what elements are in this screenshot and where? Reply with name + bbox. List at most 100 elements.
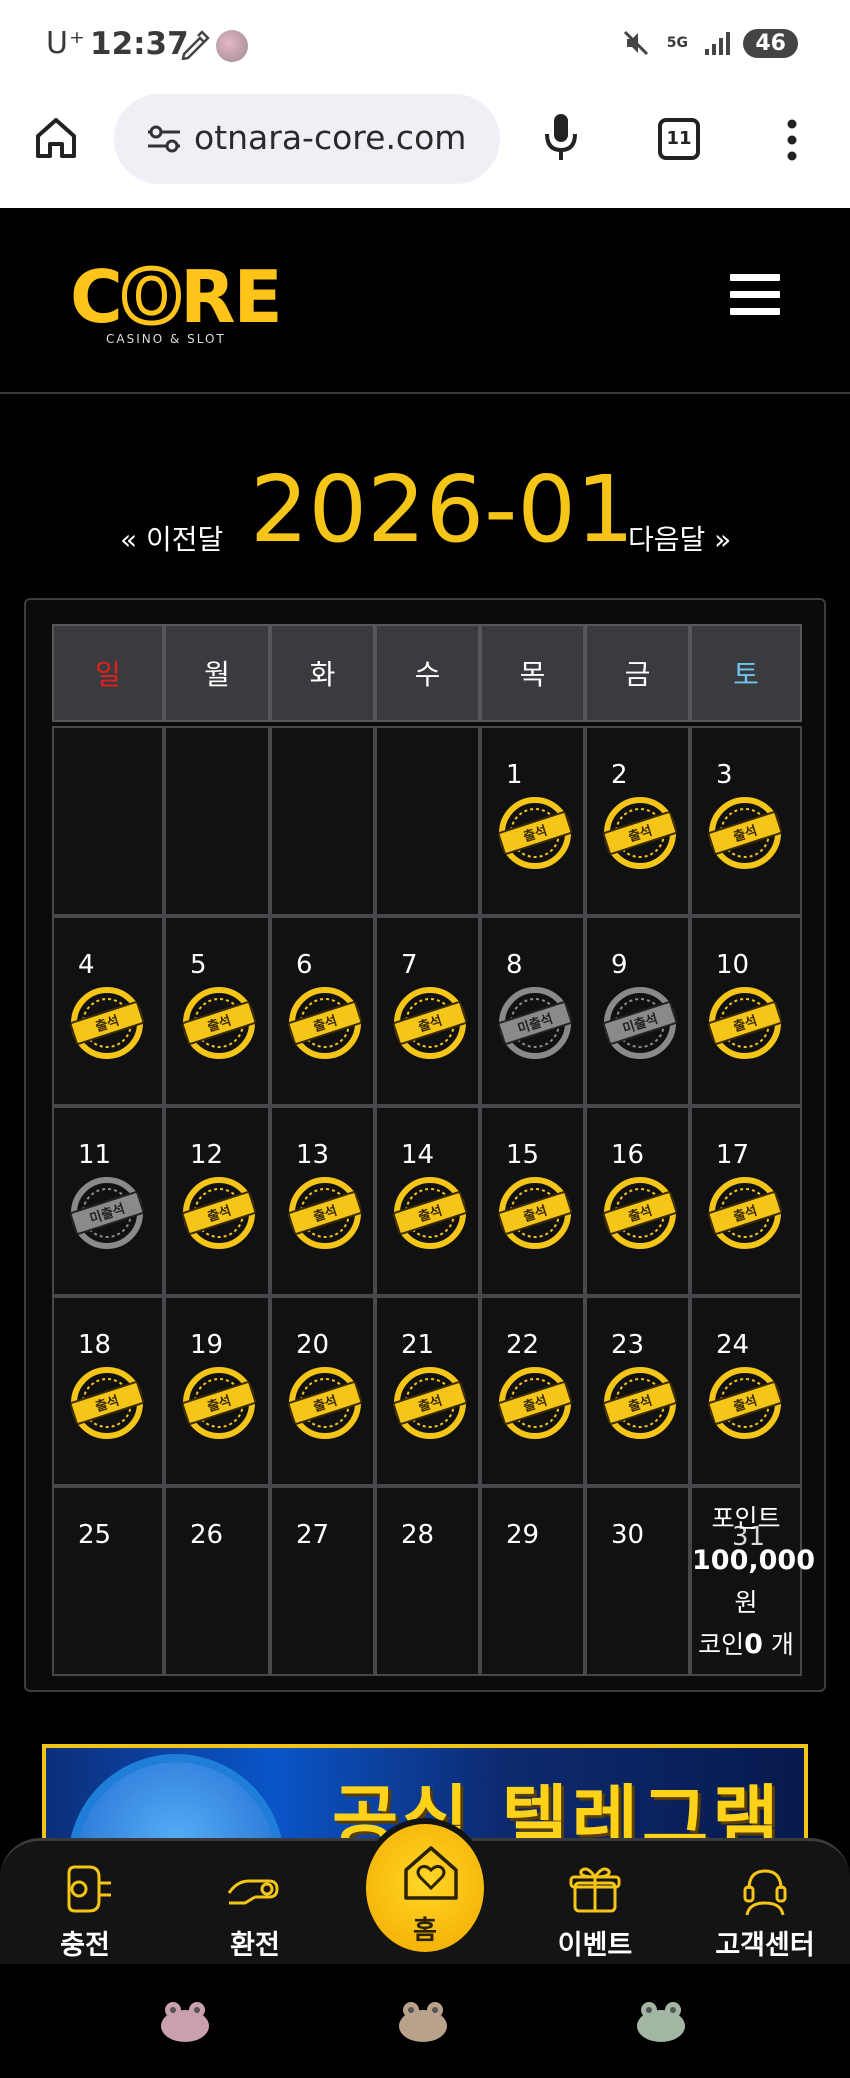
day-number: 29 (506, 1520, 540, 1550)
prev-month-link[interactable]: « 이전달 (120, 518, 223, 558)
day-number: 21 (401, 1330, 435, 1360)
headset-icon (743, 1869, 787, 1916)
screen: { "status_bar": { "carrier": "U⁺", "time… (0, 0, 850, 2078)
exchange-icon (227, 1879, 279, 1905)
site-settings-icon[interactable] (146, 124, 182, 154)
calendar-day-cell: 17 출석 (690, 1106, 802, 1296)
back-gesture-icon[interactable] (160, 2000, 210, 2042)
home-gesture-icon[interactable] (398, 2000, 448, 2042)
signal-icon (705, 32, 731, 55)
calendar-day-cell: 26 (164, 1486, 270, 1676)
more-options-icon[interactable] (782, 116, 802, 164)
calendar-day-cell: 24 출석 (690, 1296, 802, 1486)
calendar-day-cell: 3 출석 (690, 726, 802, 916)
calendar-day-cell: 28 (375, 1486, 480, 1676)
site-header: CORE CASINO & SLOT (0, 208, 850, 394)
calendar-day-cell: 11 미출석 (52, 1106, 164, 1296)
home-icon[interactable] (32, 114, 80, 162)
pen-icon (181, 30, 210, 60)
calendar-day-cell: 25 (52, 1486, 164, 1676)
calendar-day-cell: 10 출석 (690, 916, 802, 1106)
calendar-day-cell: 4 출석 (52, 916, 164, 1106)
day-number: 20 (296, 1330, 330, 1360)
home-button[interactable]: 홈 (360, 1818, 490, 1958)
day-number: 10 (716, 950, 750, 980)
attended-stamp-icon: 출석 (69, 987, 145, 1059)
day-number: 12 (190, 1140, 224, 1170)
calendar-day-cell: 22 출석 (480, 1296, 585, 1486)
day-number: 27 (296, 1520, 330, 1550)
weekday-header: 화 (270, 624, 375, 722)
address-bar[interactable]: otnara-core.com (114, 94, 500, 184)
nav-exchange[interactable]: 환전 (190, 1859, 320, 1962)
nav-event-label: 이벤트 (557, 1930, 633, 1961)
day-number: 9 (611, 950, 628, 980)
attended-stamp-icon: 출석 (287, 987, 363, 1059)
calendar-day-cell: 5 출석 (164, 916, 270, 1106)
attended-stamp-icon: 출석 (707, 987, 783, 1059)
mute-icon (624, 30, 649, 56)
day-number: 8 (506, 950, 523, 980)
calendar-empty-cell (164, 726, 270, 916)
attendance-calendar: 일 월 화 수 목 금 토 1 출석 2 출석 3 출석 4 출석 5 출석 6 출석 7 출석 8 미출석 9 미출석 10 출석… (24, 598, 826, 1692)
day-number: 14 (401, 1140, 435, 1170)
attended-stamp-icon: 출석 (602, 797, 678, 869)
attended-stamp-icon: 출석 (602, 1367, 678, 1439)
absent-stamp-icon: 미출석 (497, 987, 573, 1059)
day-number: 30 (611, 1520, 645, 1550)
avatar-icon (216, 30, 248, 62)
core-logo[interactable]: CORE CASINO & SLOT (70, 255, 286, 348)
battery-indicator: 46 (743, 28, 798, 58)
calendar-day-cell: 12 출석 (164, 1106, 270, 1296)
attended-stamp-icon: 출석 (497, 1177, 573, 1249)
calendar-day-cell: 23 출석 (585, 1296, 690, 1486)
tab-switcher-button[interactable]: 11 (658, 118, 700, 160)
menu-hamburger-icon[interactable] (730, 274, 780, 316)
system-navigation (0, 1964, 850, 2078)
day-number: 4 (78, 950, 95, 980)
nav-support-label: 고객센터 (715, 1930, 815, 1961)
calendar-day-cell: 31 포인트 100,000 원 코인0 개 (690, 1486, 815, 1676)
browser-toolbar: otnara-core.com 11 (0, 90, 850, 208)
attended-stamp-icon: 출석 (181, 1177, 257, 1249)
nav-charge[interactable]: 충전 (20, 1859, 150, 1962)
absent-stamp-icon: 미출석 (69, 1177, 145, 1249)
weekday-header: 수 (375, 624, 480, 722)
calendar-day-cell: 19 출석 (164, 1296, 270, 1486)
coin-unit: 개 (770, 1630, 794, 1659)
calendar-day-cell: 14 출석 (375, 1106, 480, 1296)
nav-support[interactable]: 고객센터 (700, 1859, 830, 1962)
day-number: 5 (190, 950, 207, 980)
nav-event[interactable]: 이벤트 (530, 1859, 660, 1962)
day-number: 2 (611, 760, 628, 790)
attended-stamp-icon: 출석 (602, 1177, 678, 1249)
month-navigation: « 이전달 2026-01 다음달 » (0, 450, 850, 570)
status-bar: U⁺ 12:37 5G 46 (0, 0, 850, 90)
calendar-day-cell: 15 출석 (480, 1106, 585, 1296)
next-month-link[interactable]: 다음달 » (628, 518, 731, 558)
calendar-day-cell: 7 출석 (375, 916, 480, 1106)
day-number: 11 (78, 1140, 112, 1170)
weekday-header: 토 (690, 624, 802, 722)
microphone-icon[interactable] (540, 112, 582, 162)
network-type: 5G (666, 35, 688, 51)
calendar-empty-cell (375, 726, 480, 916)
coin-line: 코인0 개 (692, 1624, 800, 1666)
day-number: 1 (506, 760, 523, 790)
nav-exchange-label: 환전 (230, 1930, 280, 1961)
day-number: 17 (716, 1140, 750, 1170)
day-number: 6 (296, 950, 313, 980)
carrier-label: U⁺ (46, 26, 86, 61)
attended-stamp-icon: 출석 (287, 1367, 363, 1439)
home-heart-icon (404, 1846, 458, 1900)
attended-stamp-icon: 출석 (707, 1367, 783, 1439)
coin-value: 0 (744, 1629, 763, 1660)
day-number: 26 (190, 1520, 224, 1550)
recents-gesture-icon[interactable] (636, 2000, 686, 2042)
calendar-day-cell: 6 출석 (270, 916, 375, 1106)
attended-stamp-icon: 출석 (181, 987, 257, 1059)
day-number: 19 (190, 1330, 224, 1360)
logo-text: CORE (70, 255, 283, 339)
clock: 12:37 (90, 26, 189, 62)
day-number: 13 (296, 1140, 330, 1170)
